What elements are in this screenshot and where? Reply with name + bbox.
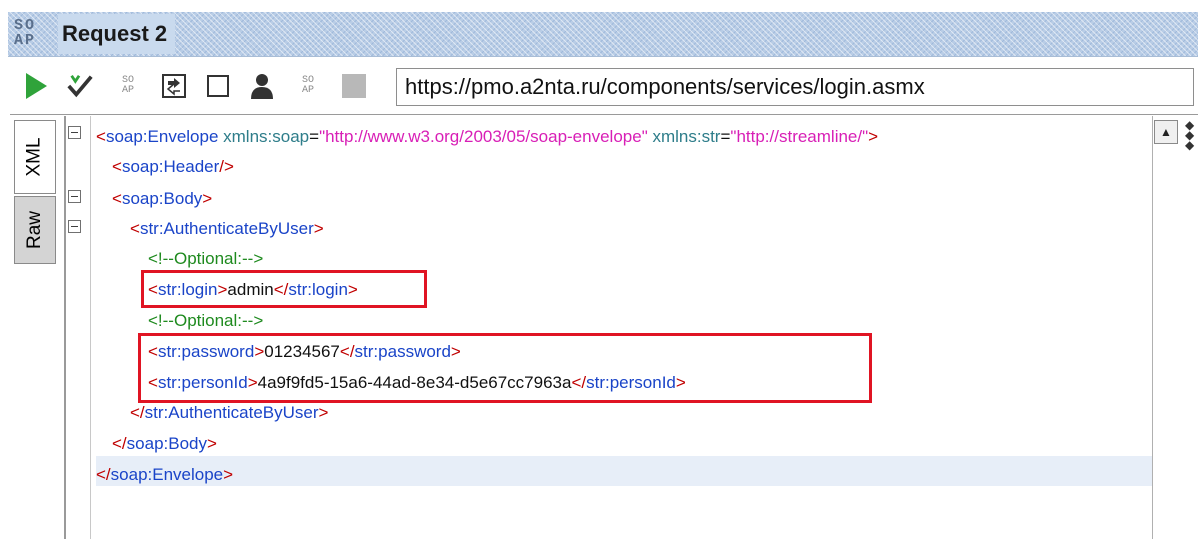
xml-line-envelope-close: </soap:Envelope>	[96, 465, 234, 484]
xml-line-authenticate: <str:AuthenticateByUser>	[130, 219, 324, 238]
fold-body-icon[interactable]	[68, 190, 81, 203]
fold-envelope-icon[interactable]	[68, 126, 81, 139]
request-toolbar: SO AP SO AP https://pmo.a2nta.ru/component…	[0, 62, 1198, 112]
splitter-grip-icon[interactable]: ◆ ◆ ◆	[1185, 119, 1194, 151]
soap-icon-2[interactable]: SO AP	[294, 72, 322, 100]
vertical-scrollbar[interactable]	[1152, 116, 1181, 539]
tab-xml-label: XML	[23, 137, 45, 177]
title-bar-background	[8, 12, 1198, 57]
run-icon[interactable]	[22, 72, 50, 100]
highlight-box-login	[141, 270, 427, 308]
tab-xml[interactable]: XML	[14, 120, 56, 194]
right-panel-edge: ◆ ◆ ◆	[1182, 116, 1198, 539]
endpoint-url-field[interactable]: https://pmo.a2nta.ru/components/services…	[396, 68, 1194, 106]
xml-line-body-close: </soap:Body>	[112, 434, 217, 453]
soap-logo-top: SO	[14, 17, 37, 34]
scroll-up-button[interactable]: ▲	[1154, 120, 1178, 144]
user-icon[interactable]	[248, 72, 276, 100]
current-line-highlight	[96, 456, 1152, 486]
highlight-box-credentials	[138, 333, 872, 403]
validate-icon[interactable]	[66, 72, 94, 100]
request-title-bar: SO AP Request 2	[0, 0, 1198, 60]
tab-raw-label: Raw	[23, 210, 45, 250]
xml-comment-optional-2: <!--Optional:-->	[148, 311, 264, 330]
format-icon[interactable]	[160, 72, 188, 100]
soap-icon[interactable]: SO AP	[114, 72, 142, 100]
request-title: Request 2	[58, 14, 176, 54]
xml-editor[interactable]: <soap:Envelope xmlns:soap="http://www.w3…	[92, 118, 1152, 539]
soap-logo-icon: SO AP	[14, 18, 54, 52]
fold-authenticate-icon[interactable]	[68, 220, 81, 233]
soap-logo-bottom: AP	[14, 32, 37, 49]
stop-icon[interactable]	[340, 72, 368, 100]
checkbox-icon[interactable]	[204, 72, 232, 100]
xml-line-body: <soap:Body>	[112, 189, 213, 208]
xml-line-envelope: <soap:Envelope xmlns:soap="http://www.w3…	[96, 127, 879, 146]
tab-raw[interactable]: Raw	[14, 196, 56, 264]
xml-line-header: <soap:Header/>	[112, 157, 234, 176]
fold-gutter	[64, 116, 91, 539]
